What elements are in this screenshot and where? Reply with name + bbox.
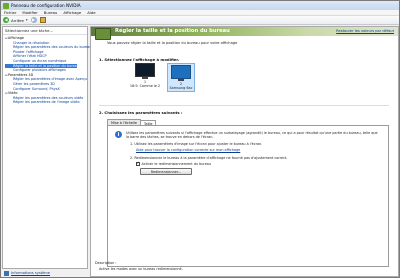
monitor-icon <box>135 63 155 77</box>
category-label: Affichage <box>8 36 24 40</box>
home-icon[interactable] <box>39 17 46 23</box>
task-tree: ⊟ Affichage Changer la résolution Régler … <box>3 35 91 105</box>
title-bar: Panneau de configuration NVIDIA <box>1 1 399 10</box>
enable-resize-checkbox[interactable]: ✓ <box>136 162 140 167</box>
menu-fichier[interactable]: Fichier <box>4 10 16 15</box>
info-text: Utilisez les paramètres suivants si l'af… <box>126 131 378 140</box>
monitor-selector: 1 16:9. Comme le 2 2 Samsung 6ac <box>129 63 203 92</box>
monitor-1[interactable]: 1 16:9. Comme le 2 <box>129 63 161 92</box>
menu-modifier[interactable]: Modifier <box>22 10 37 15</box>
page-title: Régler la taille et la position du burea… <box>115 28 230 34</box>
monitor-stand <box>178 79 184 81</box>
step-2-text: 2. Redimensionnez le bureau à la paramèt… <box>130 155 288 160</box>
section-2-heading: 2. Choisissez les paramètres suivants : <box>99 110 183 115</box>
back-dropdown-chevron-icon[interactable]: ▾ <box>26 18 28 22</box>
system-info-link[interactable]: Informations système <box>11 271 50 275</box>
section-1-heading: 1. Sélectionnez l'affichage à modifier. <box>99 57 180 62</box>
menu-bureau[interactable]: Bureau <box>44 10 58 15</box>
page-banner: Régler la taille et la position du burea… <box>91 27 398 40</box>
forward-arrow-icon[interactable]: ▶ <box>30 17 37 23</box>
nvidia-app-icon <box>3 2 9 9</box>
menu-aide[interactable]: Aide <box>87 10 95 15</box>
monitor-name: Samsung 6ac <box>169 86 193 90</box>
enable-resize-row[interactable]: ✓ Activer le redimensionnement du bureau <box>126 162 381 167</box>
resize-button[interactable]: Redimensionner... <box>140 168 192 176</box>
info-icon: i <box>115 131 122 138</box>
back-arrow-icon[interactable]: ◀ <box>3 17 9 23</box>
system-info-bar: Informations système <box>2 269 88 277</box>
section-divider <box>99 105 389 106</box>
display-settings-icon <box>95 28 111 40</box>
monitor-name: 16:9. Comme le 2 <box>129 84 161 88</box>
intro-text: Vous pouvez régler la taille et la posit… <box>107 41 238 45</box>
task-pane-heading: Sélectionnez une tâche... <box>3 27 87 35</box>
restore-defaults-link[interactable]: Restaurer les valeurs par défaut <box>336 29 394 33</box>
menu-affichage[interactable]: Affichage <box>63 10 81 15</box>
back-button-label[interactable]: Arrière <box>11 18 24 23</box>
step-1-text: 1. Utilisez les paramètres d'image sur l… <box>130 141 263 146</box>
content-pane: Régler la taille et la position du burea… <box>90 26 399 277</box>
tab-body: Utilisez les paramètres suivants si l'af… <box>126 131 381 176</box>
tab-panel-taille: i Utilisez les paramètres suivants si l'… <box>107 125 389 267</box>
description-text: Active les modes avec un bureau redimens… <box>99 267 183 271</box>
tree-item-image-video[interactable]: Régler les paramètres de l'image vidéo <box>5 100 87 105</box>
monitor-icon <box>171 65 191 79</box>
window-title: Panneau de configuration NVIDIA <box>11 3 81 8</box>
toolbar: ◀ Arrière ▾ ▶ <box>1 16 399 25</box>
monitor-stand <box>142 77 148 79</box>
system-info-icon[interactable] <box>4 270 9 276</box>
help-config-link[interactable]: Aide pour trouver la configuration corre… <box>126 148 381 152</box>
nvidia-control-panel-window: Panneau de configuration NVIDIA Fichier … <box>0 0 400 278</box>
task-navigation-pane: Sélectionnez une tâche... ⊟ Affichage Cha… <box>2 26 91 269</box>
description-heading: Description : <box>95 261 117 265</box>
enable-resize-label[interactable]: Activer le redimensionnement du bureau <box>142 162 212 166</box>
monitor-2-selected[interactable]: 2 Samsung 6ac <box>167 63 195 92</box>
